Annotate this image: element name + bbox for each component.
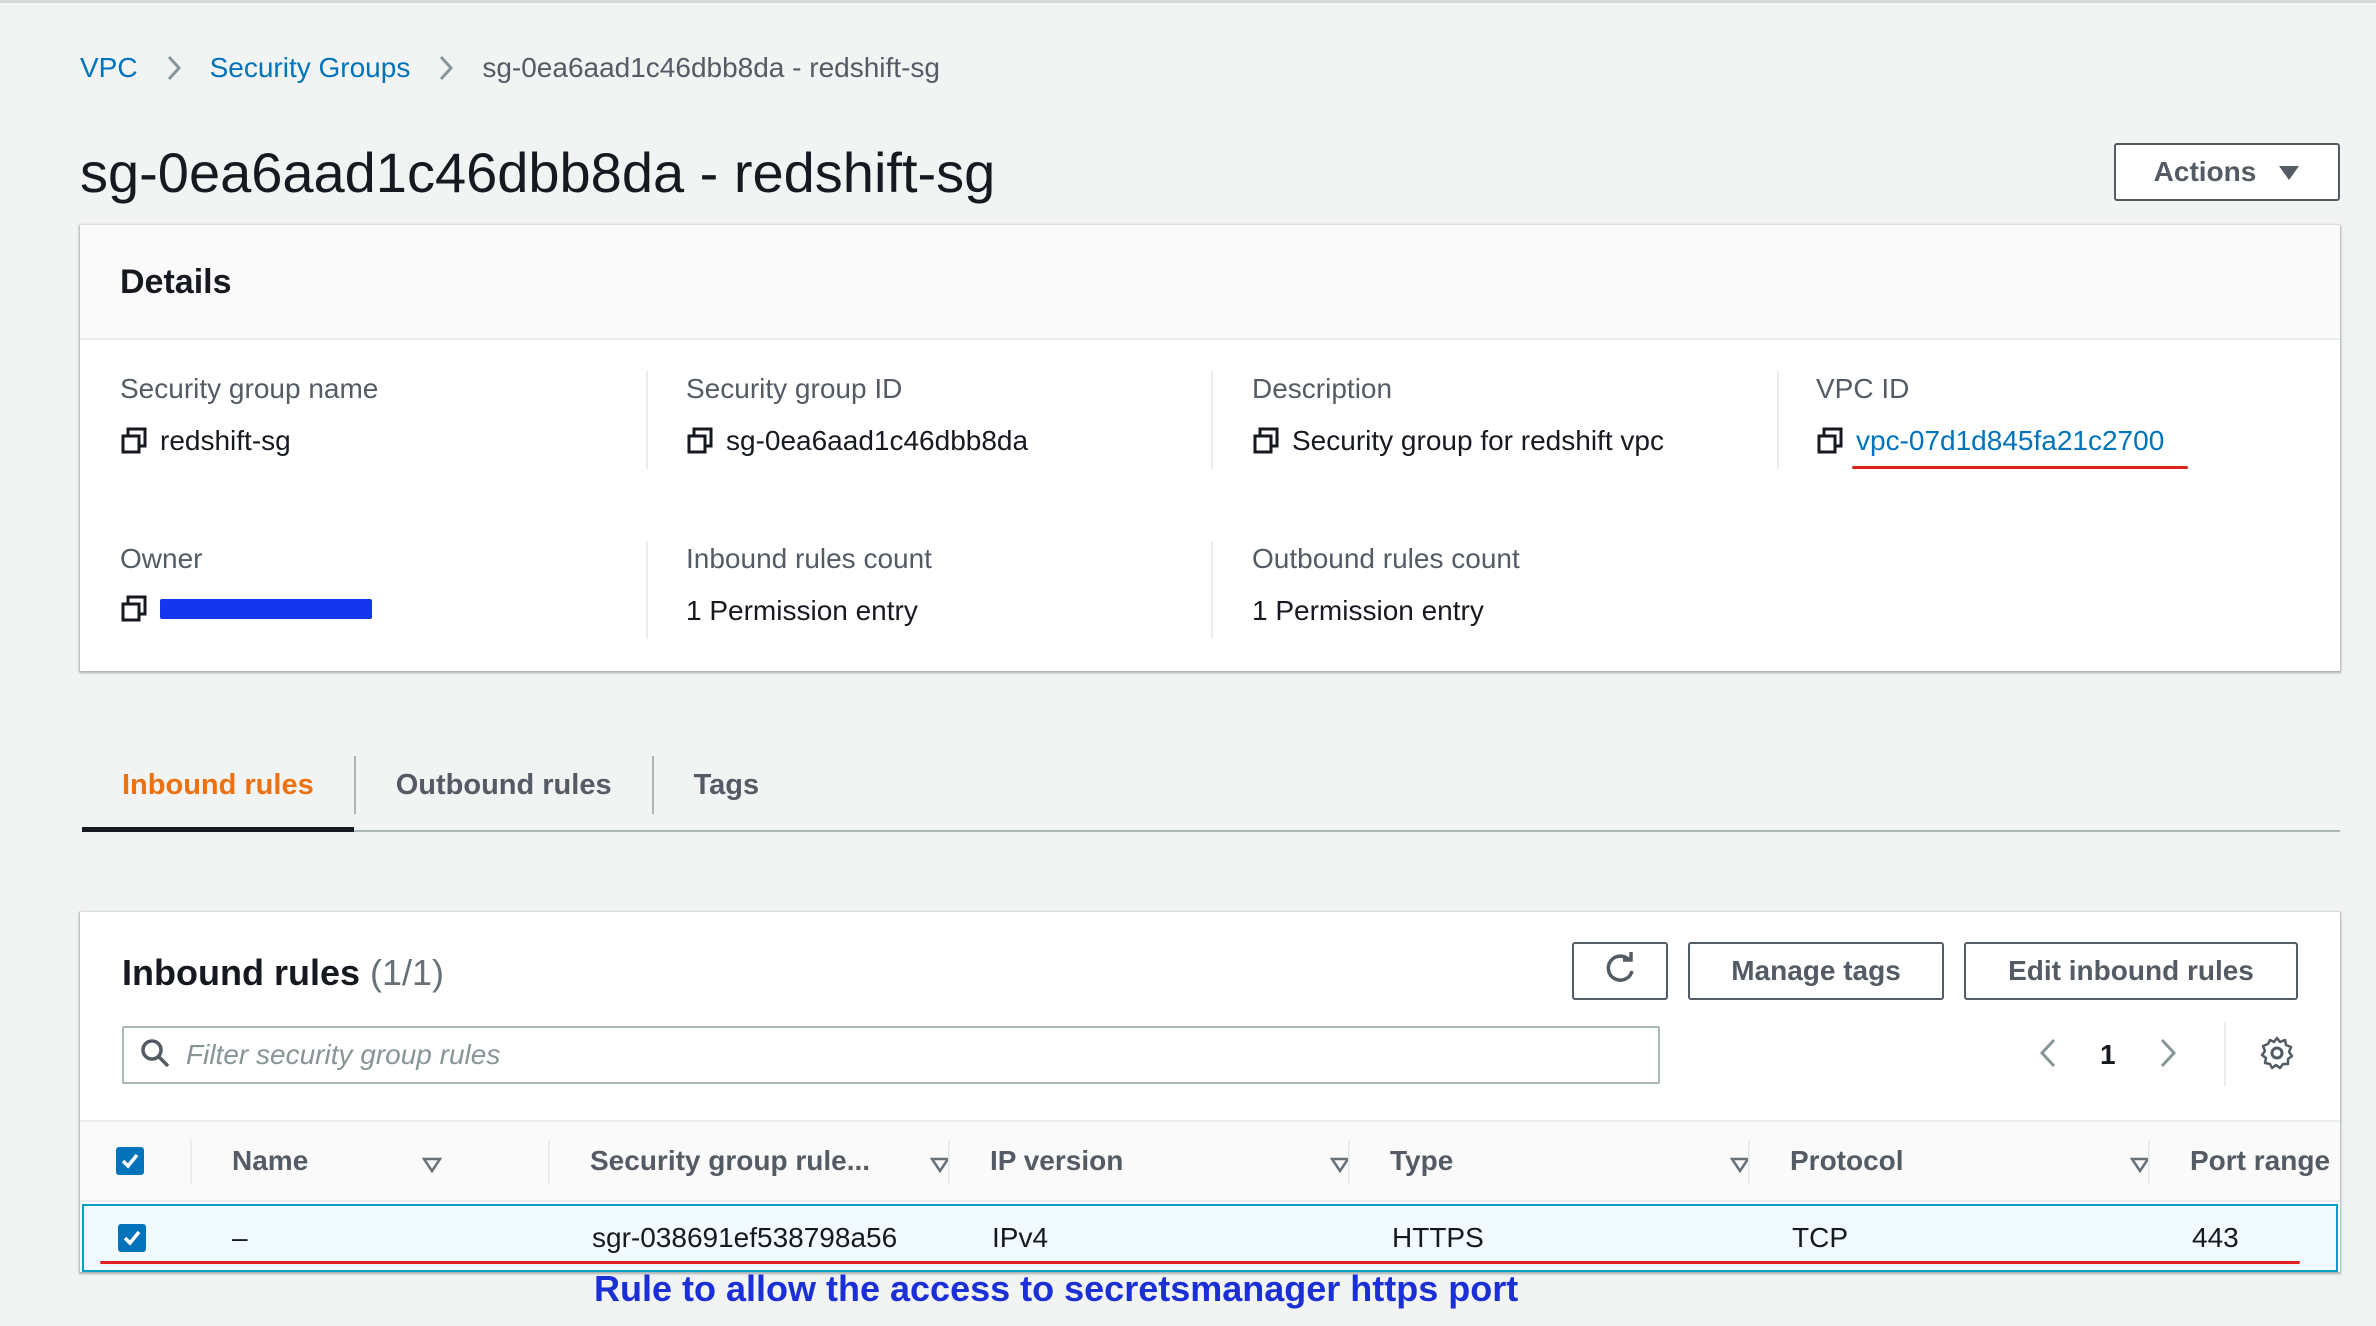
select-all-checkbox[interactable] <box>116 1147 144 1175</box>
sort-icon[interactable] <box>1329 1148 1351 1180</box>
field-description: Description Security group for redshift … <box>1252 373 1664 457</box>
inbound-rules-panel: Inbound rules (1/1) Manage tags Edit inb… <box>80 912 2340 1272</box>
details-header: Details <box>80 225 2340 340</box>
refresh-button[interactable] <box>1572 942 1668 1000</box>
divider <box>646 371 648 469</box>
divider <box>2148 1140 2150 1184</box>
tab-inbound-rules[interactable]: Inbound rules <box>82 740 354 832</box>
tab-tags[interactable]: Tags <box>654 740 800 830</box>
chevron-right-icon <box>438 54 454 82</box>
field-value: 1 Permission entry <box>1252 595 1484 626</box>
divider <box>1211 371 1213 469</box>
field-inbound-rules-count: Inbound rules count 1 Permission entry <box>686 543 932 627</box>
field-label: VPC ID <box>1816 373 1910 404</box>
vpc-id-link[interactable]: vpc-07d1d845fa21c2700 <box>1856 425 2164 457</box>
select-all-cell <box>116 1122 196 1200</box>
field-label: Outbound rules count <box>1252 543 1520 574</box>
chevron-right-icon <box>166 54 182 82</box>
divider <box>948 1140 950 1184</box>
sort-icon[interactable] <box>929 1148 951 1180</box>
field-owner: Owner <box>120 543 372 623</box>
divider <box>1748 1140 1750 1184</box>
search-input[interactable] <box>186 1039 1586 1071</box>
copy-icon[interactable] <box>686 427 714 455</box>
field-label: Owner <box>120 543 203 574</box>
gear-icon[interactable] <box>2260 1036 2294 1075</box>
search-icon <box>140 1038 170 1073</box>
field-outbound-rules-count: Outbound rules count 1 Permission entry <box>1252 543 1520 627</box>
details-title: Details <box>120 263 232 301</box>
divider <box>190 1140 192 1184</box>
manage-tags-button[interactable]: Manage tags <box>1688 942 1944 1000</box>
divider <box>1777 371 1779 469</box>
divider <box>548 1140 550 1184</box>
column-header-port-range[interactable]: Port range <box>2190 1122 2340 1200</box>
inbound-rules-count: (1/1) <box>370 952 445 993</box>
search-box[interactable] <box>122 1026 1660 1084</box>
column-label: IP version <box>990 1145 1124 1176</box>
copy-icon[interactable] <box>120 427 148 455</box>
column-label: Security group rule... <box>590 1145 871 1176</box>
table-header: Name Security group rule... IP version T… <box>80 1120 2340 1202</box>
chevron-right-icon[interactable] <box>2158 1037 2178 1074</box>
field-label: Inbound rules count <box>686 543 932 574</box>
field-label: Description <box>1252 373 1393 404</box>
breadcrumb-vpc[interactable]: VPC <box>80 52 138 84</box>
sort-icon[interactable] <box>1729 1148 1751 1180</box>
copy-icon[interactable] <box>1816 427 1844 455</box>
breadcrumb: VPC Security Groups sg-0ea6aad1c46dbb8da… <box>80 52 940 84</box>
page-title: sg-0ea6aad1c46dbb8da - redshift-sg <box>80 141 996 204</box>
column-label: Type <box>1390 1145 1454 1176</box>
field-label: Security group ID <box>686 373 903 404</box>
column-header-rule-id[interactable]: Security group rule... <box>590 1122 986 1200</box>
tab-outbound-rules[interactable]: Outbound rules <box>356 740 652 830</box>
column-header-ip-version[interactable]: IP version <box>990 1122 1386 1200</box>
column-header-name[interactable]: Name <box>232 1122 478 1200</box>
divider <box>1211 541 1213 639</box>
sort-icon[interactable] <box>2129 1148 2151 1180</box>
column-label: Protocol <box>1790 1145 1904 1176</box>
annotation-underline <box>100 1261 2300 1264</box>
divider <box>1348 1140 1350 1184</box>
column-label: Port range <box>2190 1145 2331 1176</box>
caret-down-icon <box>2278 156 2300 188</box>
column-label: Name <box>232 1145 309 1176</box>
inbound-rules-heading: Inbound rules <box>122 952 360 993</box>
inbound-rules-title: Inbound rules (1/1) <box>122 952 444 994</box>
field-value: 1 Permission entry <box>686 595 918 626</box>
pagination: 1 <box>2038 1030 2178 1080</box>
actions-label: Actions <box>2153 156 2257 187</box>
field-value: sg-0ea6aad1c46dbb8da <box>726 425 1029 456</box>
field-security-group-id: Security group ID sg-0ea6aad1c46dbb8da <box>686 373 1028 457</box>
field-label: Security group name <box>120 373 379 404</box>
breadcrumb-current: sg-0ea6aad1c46dbb8da - redshift-sg <box>482 52 940 83</box>
field-value: Security group for redshift vpc <box>1292 425 1664 456</box>
refresh-icon <box>1603 951 1637 992</box>
divider <box>2224 1022 2226 1086</box>
top-border <box>0 0 2376 3</box>
column-header-protocol[interactable]: Protocol <box>1790 1122 2186 1200</box>
annotation-text: Rule to allow the access to secretsmanag… <box>594 1268 1519 1309</box>
sort-icon[interactable] <box>421 1148 443 1180</box>
chevron-left-icon[interactable] <box>2038 1037 2058 1074</box>
field-value: redshift-sg <box>160 425 291 456</box>
field-security-group-name: Security group name redshift-sg <box>120 373 378 457</box>
column-header-type[interactable]: Type <box>1390 1122 1786 1200</box>
copy-icon[interactable] <box>120 595 148 623</box>
breadcrumb-security-groups[interactable]: Security Groups <box>210 52 411 84</box>
divider <box>646 541 648 639</box>
field-vpc-id: VPC ID vpc-07d1d845fa21c2700 <box>1816 373 2164 457</box>
row-checkbox[interactable] <box>118 1224 146 1252</box>
actions-button[interactable]: Actions <box>2114 143 2340 201</box>
annotation-underline <box>1852 466 2188 469</box>
edit-inbound-rules-button[interactable]: Edit inbound rules <box>1964 942 2298 1000</box>
details-panel: Details Security group name redshift-sg … <box>80 225 2340 671</box>
copy-icon[interactable] <box>1252 427 1280 455</box>
owner-redaction <box>160 599 372 619</box>
tab-bar: Inbound rules Outbound rules Tags <box>82 740 2340 832</box>
page-number[interactable]: 1 <box>2100 1039 2116 1071</box>
